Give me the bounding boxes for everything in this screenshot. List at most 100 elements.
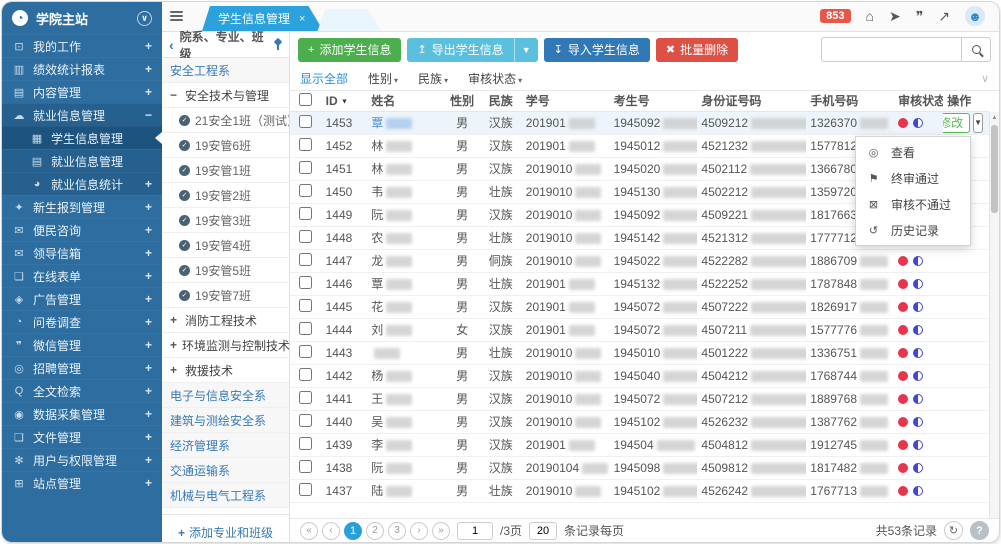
tree-node[interactable]: − 安全技术与管理 [162, 83, 289, 108]
row-checkbox[interactable] [299, 345, 312, 358]
page-input[interactable] [457, 522, 493, 540]
sidebar-item[interactable]: ❏ 在线表单 + [2, 264, 162, 287]
expand-icon[interactable]: + [145, 177, 152, 191]
table-row[interactable]: 1447 龙 男 侗族 2019010 1945022 4522282 1886… [290, 249, 989, 272]
student-name-link[interactable]: 刘 [371, 323, 383, 337]
row-checkbox[interactable] [299, 414, 312, 427]
student-name-link[interactable]: 林 [371, 139, 383, 153]
table-row[interactable]: 1442 杨 男 汉族 2019010 1945040 4504212 1768… [290, 364, 989, 387]
tree-expand-icon[interactable]: − [170, 88, 180, 102]
help-button[interactable]: ? [970, 521, 989, 540]
table-row[interactable]: 1437 陆 男 壮族 2019010 1945102 4526242 1767… [290, 479, 989, 502]
export-caret-button[interactable]: ▼ [514, 38, 538, 62]
share-icon[interactable]: ↗ [938, 8, 950, 25]
tree-node[interactable]: ✓ 21安全1班（测试） [162, 108, 289, 133]
expand-icon[interactable]: + [145, 407, 152, 421]
table-row[interactable]: 1445 花 男 汉族 201901 1945072 4507222 18269… [290, 295, 989, 318]
student-name-link[interactable]: 林 [371, 162, 383, 176]
menu-item[interactable]: ↺ 历史记录 [856, 217, 970, 243]
sidebar-item[interactable]: ☁ 就业信息管理 − [2, 103, 162, 126]
select-all-checkbox[interactable] [299, 93, 312, 106]
search-input[interactable] [821, 37, 961, 62]
student-name-link[interactable]: 花 [371, 300, 383, 314]
row-checkbox[interactable] [299, 138, 312, 151]
row-checkbox[interactable] [299, 391, 312, 404]
sidebar-item[interactable]: ▤ 就业信息管理 [2, 149, 162, 172]
row-checkbox[interactable] [299, 460, 312, 473]
sidebar-item[interactable]: ❞ 微信管理 + [2, 333, 162, 356]
expand-icon[interactable]: − [145, 108, 152, 122]
student-name-link[interactable]: 韦 [371, 185, 383, 199]
scroll-up-icon[interactable]: ▲ [990, 112, 999, 124]
expand-icon[interactable]: + [145, 39, 152, 53]
filter-gender[interactable]: 性别▾ [368, 70, 398, 87]
table-row[interactable]: 1441 王 男 汉族 2019010 1945072 4507212 1889… [290, 387, 989, 410]
expand-icon[interactable]: + [145, 62, 152, 76]
expand-icon[interactable]: + [145, 85, 152, 99]
table-row[interactable]: 1443 男 壮族 2019010 1945010 4501222 133675… [290, 341, 989, 364]
row-checkbox[interactable] [299, 368, 312, 381]
tree-node[interactable]: ✓ 19安管5班 [162, 258, 289, 283]
tab-close-icon[interactable]: × [299, 13, 305, 25]
row-checkbox[interactable] [299, 276, 312, 289]
row-checkbox[interactable] [299, 230, 312, 243]
scrollbar-thumb[interactable] [991, 125, 998, 213]
table-row[interactable]: 1453 覃 男 汉族 201901 1945092 4509212 13263… [290, 111, 989, 134]
tree-node[interactable]: ✓ 19安管4班 [162, 233, 289, 258]
chat-icon[interactable]: ❞ [916, 8, 924, 25]
export-student-button[interactable]: ↥ 导出学生信息 [407, 38, 513, 62]
tree-node[interactable]: ✓ 19安管6班 [162, 133, 289, 158]
tree-node[interactable]: 电子与信息安全系 [162, 383, 289, 408]
sidebar-item[interactable]: Q 全文检索 + [2, 379, 162, 402]
filter-collapse-icon[interactable]: ∨ [981, 72, 989, 85]
row-checkbox[interactable] [299, 253, 312, 266]
vertical-scrollbar[interactable]: ▲ [989, 112, 999, 518]
sidebar-item[interactable]: ◎ 招聘管理 + [2, 356, 162, 379]
tree-node[interactable]: + 环境监测与控制技术 [162, 333, 289, 358]
expand-icon[interactable]: + [145, 223, 152, 237]
tree-node[interactable]: 安全工程系 [162, 58, 289, 83]
expand-icon[interactable]: + [145, 246, 152, 260]
sidebar-collapse-icon[interactable]: ∨ [137, 11, 152, 26]
tab-student-info[interactable]: 学生信息管理 × [202, 6, 323, 31]
student-name-link[interactable]: 杨 [371, 369, 383, 383]
sidebar-item[interactable]: ◕ 就业信息统计 + [2, 172, 162, 195]
student-name-link[interactable]: 龙 [371, 254, 383, 268]
student-name-link[interactable]: 李 [371, 438, 383, 452]
row-checkbox[interactable] [299, 115, 312, 128]
tree-back-icon[interactable]: ‹ [169, 37, 174, 53]
tree-node[interactable]: ✓ 19安管7班 [162, 283, 289, 308]
student-name-link[interactable]: 覃 [371, 277, 383, 291]
row-checkbox[interactable] [299, 483, 312, 496]
tree-node[interactable]: + 消防工程技术 [162, 308, 289, 333]
expand-icon[interactable]: + [145, 292, 152, 306]
expand-icon[interactable]: + [145, 476, 152, 490]
tree-expand-icon[interactable]: + [170, 363, 180, 377]
expand-icon[interactable]: + [145, 453, 152, 467]
pin-icon[interactable] [272, 39, 282, 50]
student-name-link[interactable]: 陆 [371, 484, 383, 498]
student-name-link[interactable]: 阮 [371, 208, 383, 222]
menu-item[interactable]: ◎ 查看 [856, 139, 970, 165]
student-name-link[interactable]: 阮 [371, 461, 383, 475]
row-checkbox[interactable] [299, 322, 312, 335]
tree-expand-icon[interactable]: + [170, 313, 180, 327]
expand-icon[interactable]: + [145, 430, 152, 444]
page-size-input[interactable] [529, 522, 557, 540]
sidebar-item[interactable]: ◉ 数据采集管理 + [2, 402, 162, 425]
student-name-link[interactable]: 吴 [371, 415, 383, 429]
prev-page-button[interactable]: ‹ [322, 522, 340, 540]
sidebar-item[interactable]: ✉ 领导信箱 + [2, 241, 162, 264]
table-row[interactable]: 1438 阮 男 汉族 20190104 1945098 4509812 181… [290, 456, 989, 479]
expand-icon[interactable]: + [145, 315, 152, 329]
filter-audit-status[interactable]: 审核状态▾ [468, 70, 522, 87]
search-button[interactable] [961, 37, 991, 62]
tree-node[interactable]: 交通运输系 [162, 458, 289, 483]
page-number-button[interactable]: 2 [366, 522, 384, 540]
add-major-class-button[interactable]: +添加专业和班级 [162, 514, 289, 542]
last-page-button[interactable]: » [432, 522, 450, 540]
sidebar-item[interactable]: ✻ 用户与权限管理 + [2, 448, 162, 471]
add-student-button[interactable]: + 添加学生信息 [298, 38, 401, 62]
tree-expand-icon[interactable]: + [170, 338, 177, 352]
row-checkbox[interactable] [299, 437, 312, 450]
